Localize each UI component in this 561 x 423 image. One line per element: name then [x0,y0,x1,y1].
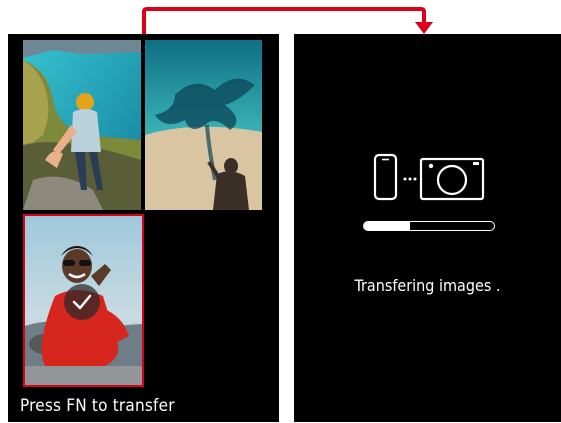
dots-icon [403,177,417,181]
progress-fill [364,222,410,230]
transfer-progress-bar [363,221,495,231]
transfer-devices-icon [373,153,485,201]
transfer-status: Transfering images . [354,276,501,295]
smartphone-icon [373,153,398,201]
transfer-screen: Transfering images . [294,34,561,422]
thumbnail-coastal-cliff[interactable] [23,40,141,210]
gallery-screen: Press FN to transfer [8,34,279,422]
checkmark-icon [64,284,100,320]
transfer-instruction: Press FN to transfer [20,396,175,416]
camera-icon [419,157,485,201]
thumbnail-beach-shadow[interactable] [145,40,262,210]
